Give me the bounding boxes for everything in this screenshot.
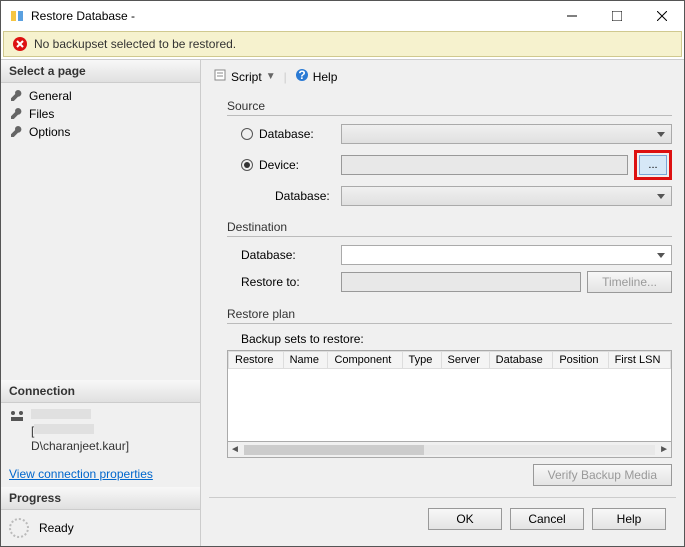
help-button-footer[interactable]: Help [592, 508, 666, 530]
error-icon [12, 36, 28, 52]
sidebar-item-options[interactable]: Options [1, 123, 200, 141]
scroll-left-icon[interactable]: ◄ [230, 444, 240, 455]
col-server[interactable]: Server [441, 352, 489, 369]
timeline-button[interactable]: Timeline... [587, 271, 672, 293]
separator: | [284, 70, 287, 84]
destination-database-label: Database: [241, 248, 296, 262]
browse-device-button[interactable]: ... [639, 155, 667, 175]
help-button[interactable]: ? Help [291, 66, 342, 87]
view-connection-properties-link[interactable]: View connection properties [1, 461, 161, 487]
window-title: Restore Database - [31, 9, 549, 23]
help-label: Help [313, 70, 338, 84]
connection-server-masked: x [31, 409, 91, 419]
script-button[interactable]: Script ▼ [209, 66, 280, 87]
restore-to-input [341, 272, 581, 292]
backup-sets-table[interactable]: Restore Name Component Type Server Datab… [227, 350, 672, 442]
select-page-header: Select a page [1, 60, 200, 83]
col-name[interactable]: Name [283, 352, 328, 369]
spinner-icon [9, 518, 29, 538]
verify-backup-media-button[interactable]: Verify Backup Media [533, 464, 672, 486]
connection-domain-masked: x [34, 424, 94, 434]
toolbar: Script ▼ | ? Help [209, 66, 676, 91]
col-position[interactable]: Position [553, 352, 608, 369]
dialog-footer: OK Cancel Help [209, 497, 676, 540]
svg-text:?: ? [298, 68, 305, 82]
col-restore[interactable]: Restore [229, 352, 284, 369]
col-component[interactable]: Component [328, 352, 402, 369]
destination-group: Destination Database: Restore to: Timeli… [227, 220, 672, 293]
scrollbar-thumb[interactable] [244, 445, 424, 455]
scroll-right-icon[interactable]: ► [659, 444, 669, 455]
script-icon [213, 68, 227, 85]
destination-title: Destination [227, 220, 672, 234]
col-database[interactable]: Database [489, 352, 553, 369]
sidebar-item-label: Files [29, 107, 54, 121]
wrench-icon [9, 125, 23, 139]
ok-button[interactable]: OK [428, 508, 502, 530]
main-panel: Script ▼ | ? Help Source Database: [201, 60, 684, 546]
connection-info: x [xD\charanjeet.kaur] [1, 403, 200, 461]
progress-status: Ready [39, 521, 74, 535]
close-button[interactable] [639, 1, 684, 31]
wrench-icon [9, 107, 23, 121]
highlight-box: ... [634, 150, 672, 180]
progress-indicator: Ready [1, 510, 200, 546]
sidebar-item-label: Options [29, 125, 70, 139]
sidebar: Select a page General Files Options Conn… [1, 60, 201, 546]
minimize-button[interactable] [549, 1, 594, 31]
progress-header: Progress [1, 487, 200, 510]
warning-bar: No backupset selected to be restored. [3, 31, 682, 57]
source-device-radio[interactable] [241, 159, 253, 171]
window-controls [549, 1, 684, 31]
source-title: Source [227, 99, 672, 113]
horizontal-scrollbar[interactable]: ◄ ► [227, 442, 672, 458]
source-device-label: Device: [259, 158, 299, 172]
chevron-down-icon: ▼ [266, 71, 276, 82]
cancel-button[interactable]: Cancel [510, 508, 584, 530]
source-device-input [341, 155, 628, 175]
connection-header: Connection [1, 380, 200, 403]
source-database-combo[interactable] [341, 124, 672, 144]
maximize-button[interactable] [594, 1, 639, 31]
source-sub-database-label: Database: [241, 189, 341, 203]
source-group: Source Database: Device: [227, 99, 672, 206]
script-label: Script [231, 70, 262, 84]
restore-plan-title: Restore plan [227, 307, 672, 321]
source-database-label: Database: [259, 127, 314, 141]
warning-text: No backupset selected to be restored. [34, 37, 236, 51]
connection-user: D\charanjeet.kaur] [31, 439, 129, 453]
titlebar: Restore Database - [1, 1, 684, 31]
restore-database-dialog: Restore Database - No backupset selected… [0, 0, 685, 547]
col-type[interactable]: Type [402, 352, 441, 369]
col-first-lsn[interactable]: First LSN [608, 352, 670, 369]
wrench-icon [9, 89, 23, 103]
sidebar-item-files[interactable]: Files [1, 105, 200, 123]
restore-to-label: Restore to: [241, 275, 300, 289]
backup-sets-label: Backup sets to restore: [227, 332, 672, 346]
help-icon: ? [295, 68, 309, 85]
source-sub-database-combo[interactable] [341, 186, 672, 206]
sidebar-item-label: General [29, 89, 72, 103]
restore-plan-group: Restore plan Backup sets to restore: Res… [227, 307, 672, 486]
destination-database-combo[interactable] [341, 245, 672, 265]
sidebar-item-general[interactable]: General [1, 87, 200, 105]
source-database-radio[interactable] [241, 128, 253, 140]
app-icon [9, 8, 25, 24]
server-icon [9, 409, 25, 428]
